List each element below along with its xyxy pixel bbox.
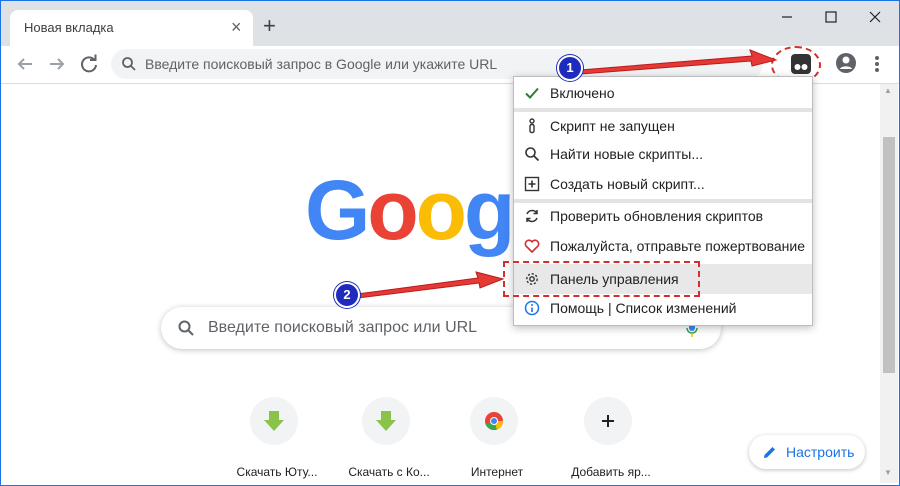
- menu-item-script-not-running[interactable]: Скрипт не запущен: [514, 112, 812, 140]
- menu-item-donate[interactable]: Пожалуйста, отправьте пожертвование: [514, 232, 812, 260]
- shortcut-label: Скачать Юту...: [236, 465, 318, 479]
- new-tab-icon[interactable]: +: [263, 15, 276, 37]
- menu-item-enabled[interactable]: Включено: [514, 79, 812, 107]
- scroll-down-icon[interactable]: ▼: [884, 468, 892, 477]
- address-bar[interactable]: Введите поисковый запрос в Google или ук…: [111, 49, 763, 79]
- menu-item-label: Найти новые скрипты...: [550, 146, 703, 162]
- address-bar-placeholder: Введите поисковый запрос в Google или ук…: [145, 56, 498, 72]
- menu-item-label: Пожалуйста, отправьте пожертвование: [550, 238, 805, 254]
- check-icon: [525, 87, 539, 99]
- reload-icon[interactable]: [77, 52, 101, 76]
- search-icon: [122, 57, 136, 71]
- annotation-badge-1: 1: [557, 55, 583, 81]
- page-scrollbar[interactable]: ▲ ▼: [880, 84, 898, 483]
- menu-item-label: Проверить обновления скриптов: [550, 208, 764, 224]
- maximize-icon[interactable]: [821, 7, 841, 27]
- annotation-badge-2: 2: [334, 282, 360, 308]
- shortcut-icon-wrap: [470, 397, 518, 445]
- menu-item-label: Включено: [550, 85, 615, 101]
- pencil-icon: [764, 447, 775, 458]
- search-icon: [525, 147, 540, 162]
- heart-icon: [524, 239, 540, 254]
- tab-strip: Новая вкладка × +: [1, 1, 899, 46]
- menu-item-check-updates[interactable]: Проверить обновления скриптов: [514, 202, 812, 230]
- close-tab-icon[interactable]: ×: [231, 18, 242, 36]
- scroll-thumb[interactable]: [883, 137, 895, 373]
- chrome-icon: [485, 412, 503, 431]
- logo-letter: g: [463, 163, 515, 257]
- search-icon: [178, 320, 194, 336]
- info-circle-icon: [524, 300, 540, 316]
- close-window-icon[interactable]: [865, 7, 885, 27]
- download-arrow-icon: [264, 411, 284, 431]
- menu-item-label: Помощь | Список изменений: [550, 300, 737, 316]
- minimize-icon[interactable]: [777, 7, 797, 27]
- dashboard-highlight-box: [503, 261, 700, 297]
- logo-letter: G: [305, 163, 370, 257]
- menu-item-help[interactable]: Помощь | Список изменений: [514, 294, 812, 322]
- tab-new-tab[interactable]: Новая вкладка ×: [10, 10, 253, 46]
- scroll-up-icon[interactable]: ▲: [884, 86, 892, 95]
- refresh-icon: [526, 209, 538, 223]
- customize-button[interactable]: Настроить: [749, 435, 865, 469]
- download-arrow-icon: [376, 411, 396, 431]
- search-placeholder: Введите поисковый запрос или URL: [208, 319, 478, 336]
- shortcut-icon-wrap: [250, 397, 298, 445]
- forward-arrow-icon[interactable]: [45, 52, 69, 76]
- logo-letter: o: [367, 163, 418, 257]
- shortcut-tile[interactable]: Скачать Юту...: [227, 397, 327, 483]
- shortcut-label: Скачать с Ко...: [348, 465, 430, 479]
- shortcut-icon-wrap: [362, 397, 410, 445]
- plus-icon: [602, 415, 614, 427]
- plus-square-icon: [524, 176, 540, 192]
- shortcut-label: Добавить яр...: [571, 465, 651, 479]
- profile-avatar-icon[interactable]: [835, 52, 857, 74]
- menu-item-find-scripts[interactable]: Найти новые скрипты...: [514, 140, 812, 168]
- shortcut-tile[interactable]: Добавить яр...: [561, 397, 661, 483]
- menu-item-label: Создать новый скрипт...: [550, 176, 705, 192]
- shortcut-icon-wrap: [584, 397, 632, 445]
- shortcut-label: Интернет: [470, 465, 524, 479]
- tab-title: Новая вкладка: [24, 20, 114, 35]
- shortcut-tile[interactable]: Скачать с Ко...: [339, 397, 439, 483]
- menu-item-create-script[interactable]: Создать новый скрипт...: [514, 170, 812, 198]
- logo-letter: o: [415, 163, 467, 257]
- info-icon: [529, 118, 535, 134]
- back-arrow-icon[interactable]: [13, 52, 37, 76]
- menu-item-label: Скрипт не запущен: [550, 118, 675, 134]
- customize-label: Настроить: [786, 444, 855, 460]
- shortcut-tile[interactable]: Интернет: [447, 397, 547, 483]
- more-menu-icon[interactable]: [869, 52, 885, 76]
